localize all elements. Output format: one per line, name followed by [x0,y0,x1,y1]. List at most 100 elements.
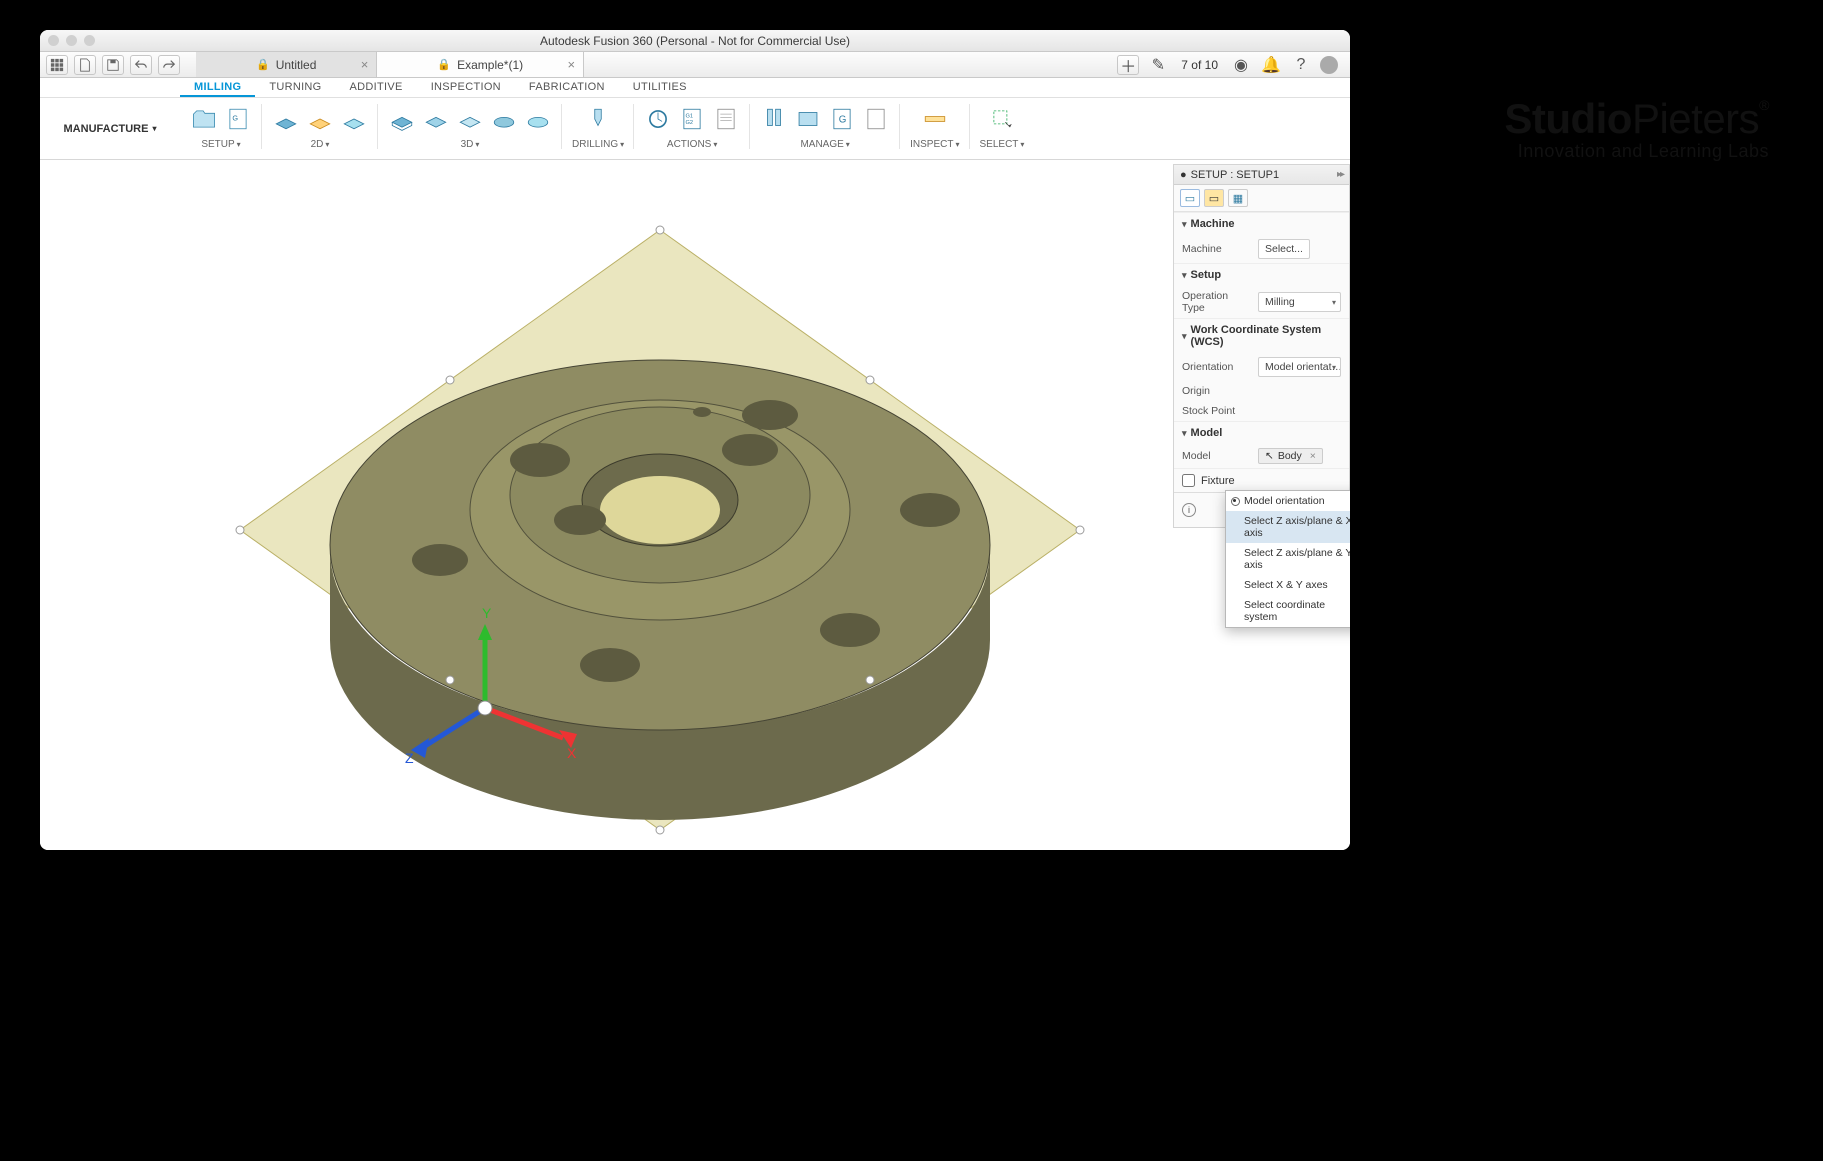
ribbon-group-label: ACTIONS [667,139,711,150]
ribbon-group-actions: G1G2 ACTIONS▾ [634,98,750,159]
setup-folder-icon[interactable] [190,105,218,133]
machine-select-button[interactable]: Select... [1258,239,1310,259]
3d-spiral-icon[interactable] [524,105,552,133]
document-tabs: 🔒 Untitled × 🔒 Example*(1) × [196,52,1111,77]
2d-pocket-icon[interactable] [306,105,334,133]
panel-tabs: ▭ ▭ ▦ [1174,185,1349,212]
readonly-lock-icon: 🔒 [256,58,270,71]
svg-text:Y: Y [482,605,492,621]
model-body-chip[interactable]: ↖ Body × [1258,448,1323,464]
section-model[interactable]: Model [1174,421,1349,444]
file-menu-icon[interactable] [74,55,96,75]
user-avatar[interactable] [1320,56,1338,74]
svg-text:G2: G2 [686,120,694,126]
orientation-option-z-x[interactable]: Select Z axis/plane & X axis [1226,511,1350,543]
orientation-dropdown: Model orientation Select Z axis/plane & … [1225,490,1350,628]
ribbon-group-2d: 2D▾ [262,98,378,159]
ribbon-group-drilling: DRILLING▾ [562,98,634,159]
svg-text:G1: G1 [686,113,694,119]
data-panel-toggle-icon[interactable] [46,55,68,75]
ribbon-group-select: SELECT▾ [970,98,1035,159]
fixture-label: Fixture [1201,475,1235,487]
bullet-icon: ● [1180,169,1187,181]
brand-light: Pieters [1632,95,1759,142]
post-process-icon[interactable]: G1G2 [678,105,706,133]
measure-icon[interactable] [921,105,949,133]
brand-tagline: Innovation and Learning Labs [1504,142,1769,160]
tab-close-icon[interactable]: × [361,57,369,72]
machine-label: Machine [1182,243,1252,255]
nc-program-icon[interactable]: G [224,105,252,133]
model-render: Y X Z [210,210,1110,850]
tab-close-icon[interactable]: × [568,57,576,72]
new-tab-icon[interactable]: ＋ [1117,55,1139,75]
workspace-label: MANUFACTURE [64,123,149,135]
tab-label: Example*(1) [457,58,523,72]
3d-pocket-icon[interactable] [422,105,450,133]
task-manager-icon[interactable]: G [828,105,856,133]
3d-parallel-icon[interactable] [456,105,484,133]
brand-watermark: StudioPieters® Innovation and Learning L… [1504,98,1769,160]
orientation-option-z-y[interactable]: Select Z axis/plane & Y axis [1226,543,1350,575]
tab-untitled[interactable]: 🔒 Untitled × [196,52,377,77]
orientation-label: Orientation [1182,361,1252,373]
tab-example[interactable]: 🔒 Example*(1) × [377,52,584,77]
ribbon-group-setup: G SETUP▾ [180,98,262,159]
tool-library-icon[interactable] [760,105,788,133]
quick-access-toolbar: 🔒 Untitled × 🔒 Example*(1) × ＋ ✎ 7 of 10… [40,52,1350,78]
job-status-icon[interactable]: ◉ [1230,55,1252,75]
fixture-row[interactable]: Fixture [1174,468,1349,492]
2d-adaptive-icon[interactable] [272,105,300,133]
help-icon[interactable]: ? [1290,55,1312,75]
section-setup[interactable]: Setup [1174,263,1349,286]
undo-icon[interactable] [130,55,152,75]
generate-icon[interactable] [644,105,672,133]
addin-icon[interactable] [862,105,890,133]
ribbon-tab-milling[interactable]: MILLING [180,78,255,97]
fixture-checkbox[interactable] [1182,474,1195,487]
setup-sheet-icon[interactable] [712,105,740,133]
ribbon-tab-utilities[interactable]: UTILITIES [619,78,701,97]
3d-adaptive-icon[interactable] [388,105,416,133]
orientation-option-coord-sys[interactable]: Select coordinate system [1226,595,1350,627]
select-icon[interactable] [988,105,1016,133]
orientation-option-model[interactable]: Model orientation [1226,491,1350,511]
svg-text:Z: Z [405,750,414,766]
origin-label: Origin [1182,385,1252,397]
section-wcs[interactable]: Work Coordinate System (WCS) [1174,318,1349,353]
panel-tab-postprocess-icon[interactable]: ▦ [1228,189,1248,207]
panel-tab-setup-icon[interactable]: ▭ [1180,189,1200,207]
panel-header[interactable]: ● SETUP : SETUP1 ▸▸ [1174,165,1349,185]
save-icon[interactable] [102,55,124,75]
notifications-icon[interactable]: 🔔 [1260,55,1282,75]
ribbon-group-label: SETUP [201,139,234,150]
info-icon[interactable]: i [1182,503,1196,517]
appbar-right: ＋ ✎ 7 of 10 ◉ 🔔 ? [1117,55,1344,75]
section-machine[interactable]: Machine [1174,212,1349,235]
ribbon-tabs: MILLING TURNING ADDITIVE INSPECTION FABR… [40,78,1350,98]
machine-library-icon[interactable] [794,105,822,133]
face-icon[interactable] [340,105,368,133]
cursor-icon: ↖ [1265,450,1274,462]
viewport[interactable]: TOP FRONT RIGHT Y X Z [40,160,1350,850]
orientation-option-x-y[interactable]: Select X & Y axes [1226,575,1350,595]
workspace-switcher[interactable]: MANUFACTURE▾ [40,98,180,159]
ribbon-tab-turning[interactable]: TURNING [255,78,335,97]
ribbon-tab-inspection[interactable]: INSPECTION [417,78,515,97]
setup-panel: ● SETUP : SETUP1 ▸▸ ▭ ▭ ▦ Machine Machin… [1173,164,1350,528]
clear-body-icon[interactable]: × [1310,450,1316,462]
redo-icon[interactable] [158,55,180,75]
stock-point-label: Stock Point [1182,405,1252,417]
panel-expand-icon[interactable]: ▸▸ [1337,169,1343,180]
operation-type-select[interactable]: Milling▾ [1258,292,1341,312]
job-counter: 7 of 10 [1181,58,1218,72]
ribbon-tab-fabrication[interactable]: FABRICATION [515,78,619,97]
ribbon-group-3d: 3D▾ [378,98,562,159]
panel-tab-stock-icon[interactable]: ▭ [1204,189,1224,207]
extensions-icon[interactable]: ✎ [1147,55,1169,75]
orientation-select[interactable]: Model orientat…▾ [1258,357,1341,377]
drill-icon[interactable] [584,105,612,133]
3d-horizontal-icon[interactable] [490,105,518,133]
ribbon-group-label: MANAGE [800,139,843,150]
ribbon-tab-additive[interactable]: ADDITIVE [336,78,417,97]
